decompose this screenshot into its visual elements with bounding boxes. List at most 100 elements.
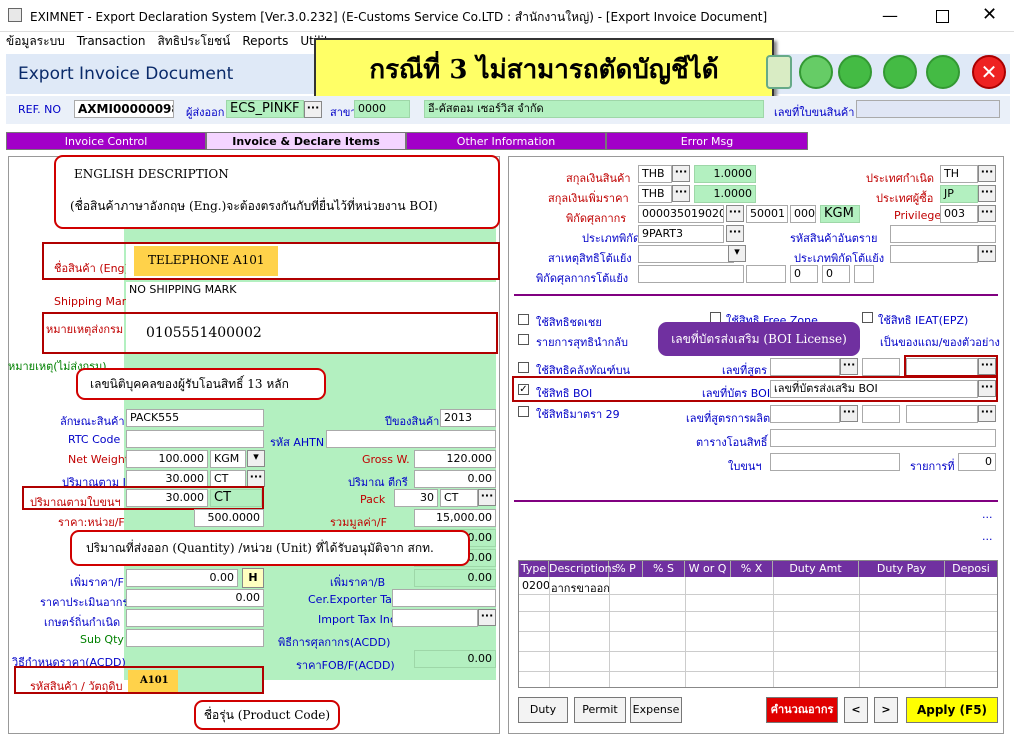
import-tax-lookup-button[interactable]: ··· bbox=[478, 609, 496, 626]
prod-formula-field[interactable] bbox=[770, 405, 840, 423]
tariff-stat-field[interactable]: 50001 bbox=[746, 205, 788, 223]
nav-down-icon[interactable] bbox=[926, 55, 960, 89]
nav-right-icon[interactable] bbox=[883, 55, 917, 89]
permit-doc-field[interactable] bbox=[770, 453, 900, 471]
dispute-reason-field[interactable] bbox=[638, 245, 734, 263]
origin-country-field[interactable]: TH bbox=[940, 165, 978, 183]
tariff-dispute-ext3[interactable] bbox=[854, 265, 874, 283]
currency-lookup-button[interactable]: ··· bbox=[672, 165, 690, 182]
nav-left-icon[interactable] bbox=[838, 55, 872, 89]
buyer-country-lookup-button[interactable]: ··· bbox=[978, 185, 996, 202]
tab-invoice-control[interactable]: Invoice Control bbox=[6, 132, 206, 150]
cer-exporter-field[interactable] bbox=[392, 589, 496, 607]
tariff-type-lookup-button[interactable]: ··· bbox=[726, 225, 744, 242]
ieat-checkbox[interactable] bbox=[862, 312, 873, 323]
menu-reports[interactable]: Reports bbox=[242, 34, 288, 48]
grid-col-p[interactable]: % P bbox=[609, 561, 643, 577]
calculate-duty-button[interactable]: คำนวณอากร bbox=[766, 697, 838, 723]
apply-button[interactable]: Apply (F5) bbox=[906, 697, 998, 723]
next-item-button[interactable]: > bbox=[874, 697, 898, 723]
pack-field[interactable]: 30 bbox=[394, 489, 438, 507]
buyer-country-field[interactable]: JP bbox=[940, 185, 978, 203]
prod-formula-ext[interactable] bbox=[862, 405, 900, 423]
tariff-type-field[interactable]: 9PART3 bbox=[638, 225, 724, 243]
gross-weight-field[interactable]: 120.000 bbox=[414, 450, 496, 468]
expense-button[interactable]: Expense bbox=[630, 697, 682, 723]
formula-no-lookup-button[interactable]: ··· bbox=[840, 358, 858, 375]
duty-button[interactable]: Duty bbox=[518, 697, 568, 723]
grid-col-desc[interactable]: Descriptions bbox=[549, 561, 617, 577]
tariff-dispute-ext1[interactable]: 0 bbox=[790, 265, 818, 283]
maximize-icon[interactable] bbox=[936, 10, 949, 23]
grid-col-duty-amt[interactable]: Duty Amt bbox=[773, 561, 859, 577]
currency2-lookup-button[interactable]: ··· bbox=[672, 185, 690, 202]
ahtn-field[interactable] bbox=[326, 430, 496, 448]
boi-lookup-button[interactable]: ··· bbox=[978, 380, 996, 397]
shipping-mark-field[interactable]: NO SHIPPING MARK bbox=[126, 282, 496, 312]
prod-formula-2-lookup-button[interactable]: ··· bbox=[978, 405, 996, 422]
pack-lookup-button[interactable]: ··· bbox=[478, 489, 496, 506]
currency2-field[interactable]: THB bbox=[638, 185, 672, 203]
formula-no-field[interactable] bbox=[770, 358, 840, 376]
grid-col-s[interactable]: % S bbox=[643, 561, 685, 577]
exit-icon[interactable]: ✕ bbox=[972, 55, 1006, 89]
net-weight-unit[interactable]: KGM bbox=[210, 450, 246, 468]
origin-country-lookup-button[interactable]: ··· bbox=[978, 165, 996, 182]
import-tax-field[interactable] bbox=[392, 609, 478, 627]
qty-tariff-field[interactable]: 0.00 bbox=[414, 470, 496, 488]
net-weight-field[interactable]: 100.000 bbox=[126, 450, 208, 468]
prod-formula-field-2[interactable] bbox=[906, 405, 978, 423]
boi-checkbox[interactable]: ✓ bbox=[518, 384, 529, 395]
sub-qty-field[interactable] bbox=[126, 629, 264, 647]
nav-up-icon[interactable] bbox=[799, 55, 833, 89]
grid-col-deposit[interactable]: Deposi bbox=[945, 561, 997, 577]
nav-first-icon[interactable] bbox=[766, 55, 792, 89]
tariff-dispute-field[interactable] bbox=[638, 265, 744, 283]
assess-field[interactable]: 0.00 bbox=[126, 589, 264, 607]
total-field[interactable]: 15,000.00 bbox=[414, 509, 496, 527]
section29-checkbox[interactable] bbox=[518, 406, 529, 417]
close-icon[interactable]: ✕ bbox=[982, 4, 997, 25]
privilege-field[interactable]: 003 bbox=[940, 205, 978, 223]
dispute-reason-dropdown-icon[interactable]: ▾ bbox=[728, 245, 746, 262]
tab-other-information[interactable]: Other Information bbox=[406, 132, 606, 150]
nature-field[interactable]: PACK555 bbox=[126, 409, 264, 427]
add-f-field[interactable]: 0.00 bbox=[126, 569, 238, 587]
currency-field[interactable]: THB bbox=[638, 165, 672, 183]
exporter-lookup-button[interactable]: ··· bbox=[304, 101, 322, 118]
menu-privilege[interactable]: สิทธิประโยชน์ bbox=[157, 34, 230, 48]
year-field[interactable]: 2013 bbox=[440, 409, 496, 427]
privilege-lookup-button[interactable]: ··· bbox=[978, 205, 996, 222]
bonded-warehouse-checkbox[interactable] bbox=[518, 362, 529, 373]
tab-invoice-declare-items[interactable]: Invoice & Declare Items bbox=[206, 132, 406, 150]
exporter-field[interactable]: ECS_PINKF bbox=[226, 100, 304, 118]
item-no-field[interactable]: 0 bbox=[958, 453, 996, 471]
dispute-type-field[interactable] bbox=[890, 245, 978, 263]
origin-field[interactable] bbox=[126, 609, 264, 627]
rtc-field[interactable] bbox=[126, 430, 264, 448]
tab-error-msg[interactable]: Error Msg bbox=[606, 132, 808, 150]
dangerous-goods-field[interactable] bbox=[890, 225, 996, 243]
table-row[interactable]: 0200 อากรขาออก bbox=[519, 577, 997, 595]
dispute-type-lookup-button[interactable]: ··· bbox=[978, 245, 996, 262]
grid-col-wq[interactable]: W or Q bbox=[685, 561, 731, 577]
grid-col-duty-pay[interactable]: Duty Pay bbox=[859, 561, 945, 577]
tariff-dispute-ext2[interactable]: 0 bbox=[822, 265, 850, 283]
menu-transaction[interactable]: Transaction bbox=[77, 34, 146, 48]
menu-system[interactable]: ข้อมูลระบบ bbox=[6, 34, 65, 48]
transfer-table-field[interactable] bbox=[770, 429, 996, 447]
net-return-checkbox[interactable] bbox=[518, 334, 529, 345]
prod-formula-lookup-button[interactable]: ··· bbox=[840, 405, 858, 422]
tariff-ext-field[interactable]: 000 bbox=[790, 205, 816, 223]
branch-field[interactable]: 0000 bbox=[354, 100, 410, 118]
permit-button[interactable]: Permit bbox=[574, 697, 626, 723]
tariff-field[interactable]: 000035019020 bbox=[638, 205, 724, 223]
formula-no-ext[interactable] bbox=[862, 358, 900, 376]
ref-no-field[interactable]: AXMI00000098 bbox=[74, 100, 174, 118]
price-field[interactable]: 500.0000 bbox=[194, 509, 264, 527]
boi-no-field[interactable]: เลขที่บัตรส่งเสริม BOI bbox=[770, 380, 978, 398]
pack-unit[interactable]: CT bbox=[440, 489, 478, 507]
h-button[interactable]: H bbox=[242, 568, 264, 588]
grid-col-x[interactable]: % X bbox=[731, 561, 773, 577]
qty-inv-lookup-button[interactable]: ··· bbox=[247, 470, 265, 487]
